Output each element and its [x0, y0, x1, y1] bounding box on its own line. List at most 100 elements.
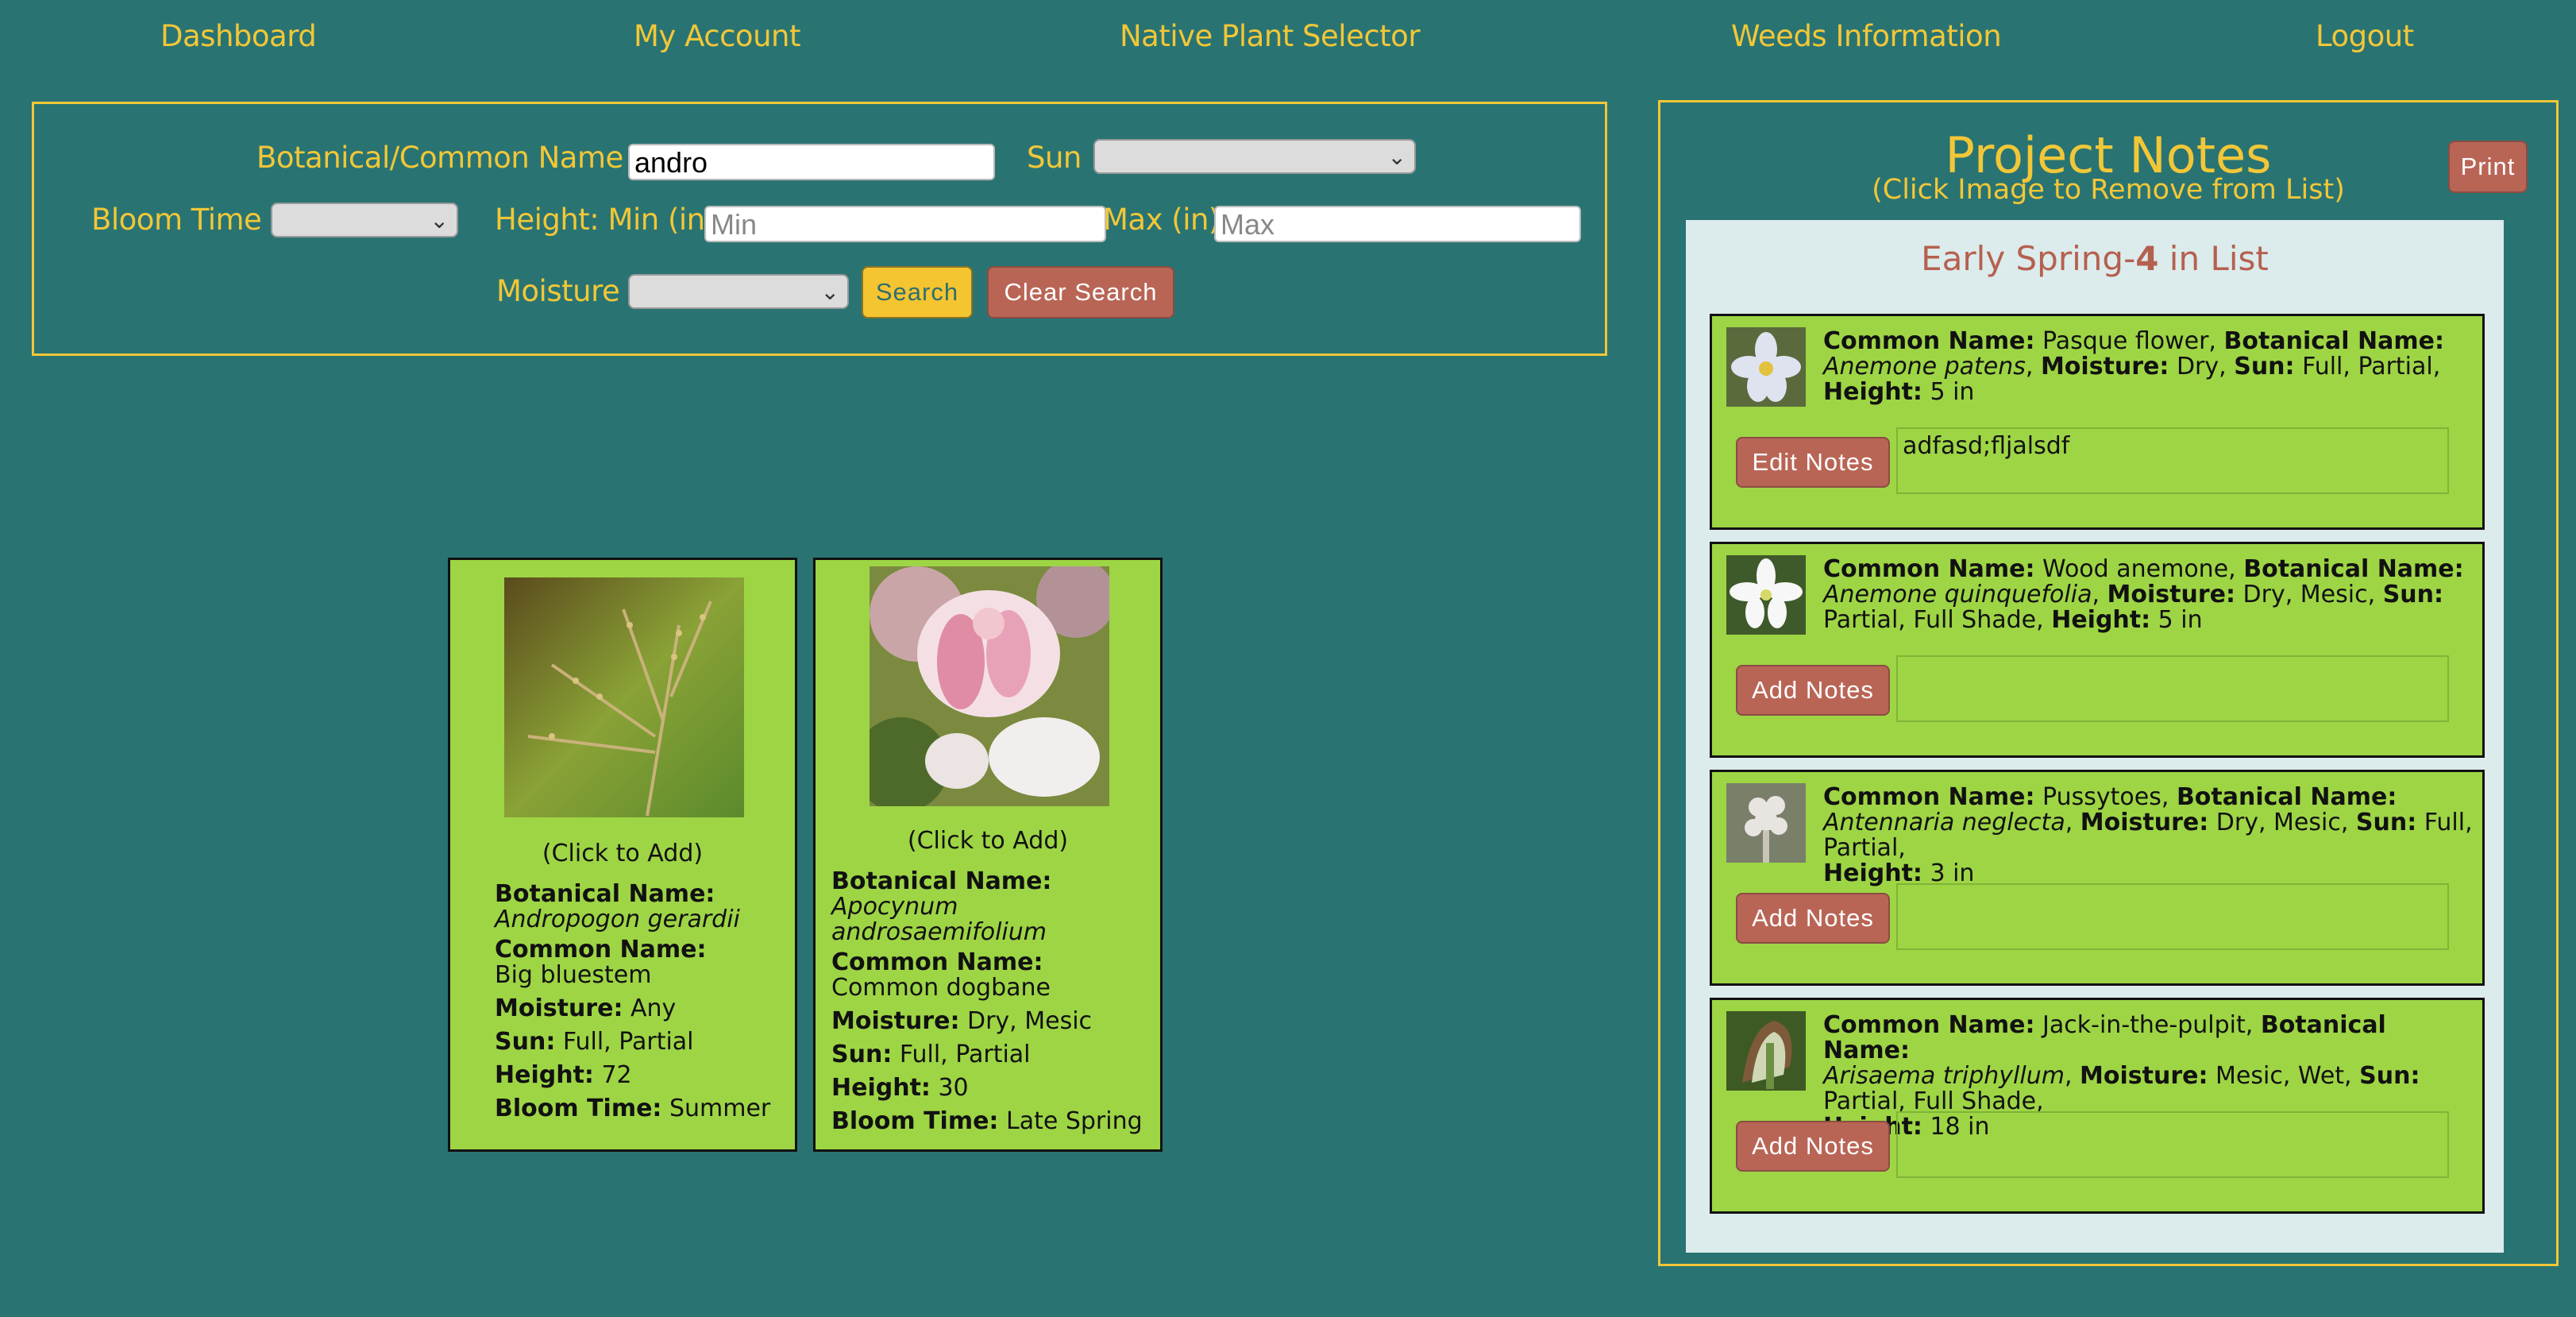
moisture-label: Moisture:: [2080, 809, 2209, 836]
common-name-label: Common Name:: [1823, 783, 2035, 811]
bloom-time-select[interactable]: ⌄: [271, 203, 458, 238]
plant-info: Botanical Name: Apocynum androsaemifoliu…: [831, 865, 1149, 1138]
plant-description: Common Name: Wood anemone, Botanical Nam…: [1823, 555, 2464, 634]
moisture-label: Moisture:: [2080, 1062, 2208, 1090]
moisture-label: Moisture:: [2040, 353, 2169, 380]
sun-label: Sun:: [495, 1028, 556, 1056]
height-value: 5 in: [1922, 378, 1975, 406]
chevron-down-icon: ⌄: [430, 207, 449, 234]
name-search-value: andro: [634, 146, 708, 179]
nav-native-plant-selector[interactable]: Native Plant Selector: [1120, 19, 1421, 53]
notes-field[interactable]: adfasd;fljalsdf: [1896, 427, 2449, 494]
search-button[interactable]: Search: [862, 266, 973, 319]
common-name: Pasque flower,: [2034, 327, 2216, 355]
common-name: Jack-in-the-pulpit,: [2034, 1011, 2254, 1039]
moisture-label: Moisture:: [495, 995, 623, 1022]
list-count: 4: [2135, 239, 2159, 278]
nav-dashboard[interactable]: Dashboard: [160, 19, 317, 53]
height-min-input[interactable]: Min: [704, 206, 1106, 242]
bloom-time-label: Bloom Time:: [831, 1107, 999, 1135]
sun-label: Sun:: [2234, 353, 2295, 380]
click-to-add-label: (Click to Add): [907, 827, 1069, 855]
height-min-placeholder: Min: [711, 208, 758, 241]
chevron-down-icon: ⌄: [1387, 144, 1406, 170]
add-notes-button[interactable]: Add Notes: [1736, 893, 1890, 944]
bloom-time-label: Bloom Time:: [495, 1095, 662, 1122]
common-name: Common dogbane: [831, 974, 1051, 1002]
plant-card[interactable]: (Click to Add) Botanical Name: Andropogo…: [448, 558, 797, 1152]
moisture-select[interactable]: ⌄: [628, 274, 849, 309]
sun-label: Sun:: [831, 1041, 893, 1068]
add-notes-button[interactable]: Add Notes: [1736, 1121, 1890, 1172]
plant-photo-big-bluestem[interactable]: [504, 577, 744, 817]
plant-thumbnail-jack-in-the-pulpit[interactable]: [1726, 1011, 1806, 1091]
search-panel: Botanical/Common Name andro Sun ⌄ Bloom …: [32, 102, 1607, 356]
moisture-value: Mesic, Wet,: [2208, 1062, 2352, 1090]
chevron-down-icon: ⌄: [820, 279, 839, 305]
height-label: Height:: [495, 1061, 594, 1089]
common-name-label: Common Name:: [1823, 555, 2035, 583]
moisture-label: Moisture:: [2107, 581, 2235, 608]
common-name-label: Common Name:: [1823, 327, 2035, 355]
list-item: Common Name: Pussytoes, Botanical Name: …: [1710, 770, 2485, 986]
plant-list: Early Spring-4 in List Common Name: Pasq…: [1686, 220, 2504, 1253]
clear-search-button[interactable]: Clear Search: [987, 266, 1174, 319]
botanical-name: Anemone quinquefolia: [1823, 581, 2092, 608]
sun-value: Partial, Full Shade,: [1823, 606, 2044, 634]
sun-value: Full, Partial: [555, 1028, 694, 1056]
moisture-value: Dry, Mesic: [959, 1007, 1093, 1035]
notes-field[interactable]: [1896, 655, 2449, 722]
common-name: Pussytoes,: [2034, 783, 2169, 811]
bloom-time-value: Summer: [661, 1095, 771, 1122]
height-max-label: Max (in): [1103, 203, 1220, 237]
plant-thumbnail-pasque-flower[interactable]: [1726, 327, 1806, 407]
plant-description: Common Name: Pasque flower, Botanical Na…: [1823, 327, 2444, 406]
sun-value: Full, Partial: [892, 1041, 1031, 1068]
project-notes-subtitle: (Click Image to Remove from List): [1872, 174, 2345, 206]
add-notes-button[interactable]: Add Notes: [1736, 665, 1890, 716]
height-max-input[interactable]: Max: [1214, 206, 1581, 242]
botanical-name: Anemone patens: [1823, 353, 2026, 380]
common-name: Wood anemone,: [2034, 555, 2236, 583]
botanical-name-label: Botanical Name:: [2176, 783, 2397, 811]
moisture-label: Moisture:: [831, 1007, 960, 1035]
plant-photo-common-dogbane[interactable]: [870, 566, 1109, 806]
list-title-suffix: in List: [2158, 239, 2269, 278]
nav-my-account[interactable]: My Account: [634, 19, 800, 53]
botanical-name: Antennaria neglecta: [1823, 809, 2065, 836]
sun-value: Full, Partial,: [2294, 353, 2441, 380]
plant-description: Common Name: Pussytoes, Botanical Name: …: [1823, 783, 2473, 887]
height-value: 30: [930, 1074, 969, 1102]
name-search-input[interactable]: andro: [628, 144, 995, 180]
height-value: 72: [593, 1061, 632, 1089]
height-label: Height:: [2051, 606, 2151, 634]
moisture-value: Dry,: [2169, 353, 2227, 380]
list-item: Common Name: Wood anemone, Botanical Nam…: [1710, 542, 2485, 758]
notes-field[interactable]: [1896, 1111, 2449, 1178]
moisture-value: Dry, Mesic,: [2235, 581, 2376, 608]
plant-thumbnail-pussytoes[interactable]: [1726, 783, 1806, 863]
print-button[interactable]: Print: [2448, 141, 2528, 193]
click-to-add-label: (Click to Add): [542, 840, 704, 867]
plant-info: Botanical Name: Andropogon gerardii Comm…: [495, 878, 789, 1126]
common-name: Big bluestem: [495, 961, 652, 989]
sun-label: Sun: [1027, 141, 1082, 175]
notes-field[interactable]: [1896, 883, 2449, 950]
list-title-prefix: Early Spring-: [1921, 239, 2136, 278]
moisture-value: Any: [623, 995, 677, 1022]
nav-weeds-information[interactable]: Weeds Information: [1731, 19, 2002, 53]
edit-notes-button[interactable]: Edit Notes: [1736, 437, 1890, 488]
plant-card[interactable]: (Click to Add) Botanical Name: Apocynum …: [813, 558, 1163, 1152]
moisture-label: Moisture: [496, 274, 620, 308]
list-item: Common Name: Jack-in-the-pulpit, Botanic…: [1710, 998, 2485, 1214]
sun-label: Sun:: [2355, 809, 2417, 836]
list-item: Common Name: Pasque flower, Botanical Na…: [1710, 314, 2485, 530]
nav-logout[interactable]: Logout: [2316, 19, 2414, 53]
sun-select[interactable]: ⌄: [1093, 139, 1416, 174]
height-value: 5 in: [2150, 606, 2203, 634]
moisture-value: Dry, Mesic,: [2208, 809, 2349, 836]
bloom-time-value: Late Spring: [998, 1107, 1143, 1135]
plant-thumbnail-wood-anemone[interactable]: [1726, 555, 1806, 635]
height-min-label: Height: Min (in): [495, 203, 716, 237]
botanical-name: Arisaema triphyllum: [1823, 1062, 2065, 1090]
